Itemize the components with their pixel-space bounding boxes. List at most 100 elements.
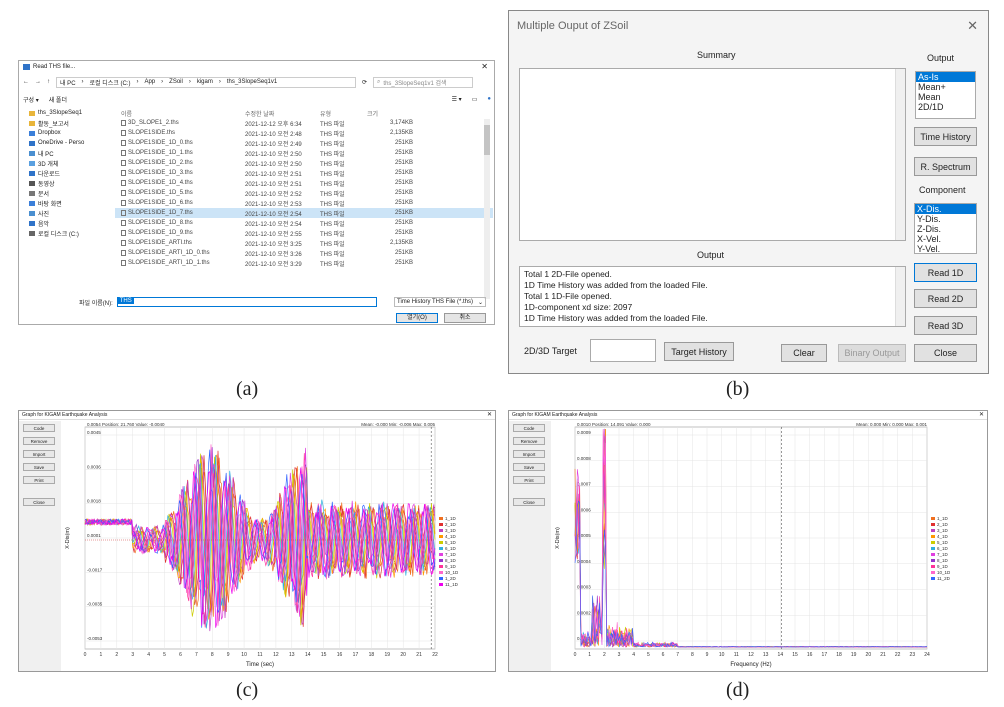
view-icon[interactable]: ☰ ▾ <box>452 96 462 103</box>
close-icon[interactable]: ✕ <box>487 411 492 418</box>
nav-item[interactable]: 로컬 디스크 (C:) <box>23 228 111 238</box>
file-row[interactable]: SLOPE1SIDE_ARTI_1D_1.ths 2021-12-10 오전 3:… <box>115 258 493 268</box>
breadcrumb-item[interactable]: ZSoil <box>169 79 183 85</box>
search-input[interactable]: ⌕ ths_3SlopeSeq1v1 검색 <box>373 76 474 88</box>
new-folder-button[interactable]: 새 폴더 <box>49 95 67 104</box>
output-option[interactable]: Mean+ <box>916 82 975 92</box>
back-icon[interactable]: ← <box>23 79 29 85</box>
file-list-scrollbar[interactable] <box>484 119 490 299</box>
nav-item[interactable]: 음악 <box>23 218 111 228</box>
forward-icon[interactable]: → <box>35 79 41 85</box>
nav-item[interactable]: 내 PC <box>23 148 111 158</box>
file-row[interactable]: SLOPE1SIDE.ths 2021-12-10 오전 2:48 THS 파일 2,… <box>115 128 493 138</box>
graph-print-button[interactable]: Print <box>23 476 55 484</box>
nav-item[interactable]: 사진 <box>23 208 111 218</box>
folder-icon <box>29 200 35 206</box>
file-icon <box>121 170 126 176</box>
file-row[interactable]: SLOPE1SIDE_1D_8.ths 2021-12-10 오전 2:54 THS… <box>115 218 493 228</box>
time-history-button[interactable]: Time History <box>914 127 977 146</box>
component-option[interactable]: Y-Dis. <box>915 214 976 224</box>
breadcrumb-item[interactable]: 로컬 디스크 (C:) <box>90 78 131 87</box>
summary-textbox[interactable] <box>519 68 906 241</box>
output-listbox[interactable]: As-Is Mean+ Mean 2D/1D <box>915 71 976 119</box>
nav-item[interactable]: Dropbox <box>23 128 111 138</box>
clear-button[interactable]: Clear <box>781 344 827 362</box>
file-row[interactable]: SLOPE1SIDE_ARTI_1D_0.ths 2021-12-10 오전 3:… <box>115 248 493 258</box>
file-row[interactable]: SLOPE1SIDE_1D_2.ths 2021-12-10 오전 2:50 THS… <box>115 158 493 168</box>
graph-save-button[interactable]: Save <box>513 463 545 471</box>
nav-item[interactable]: 문서 <box>23 188 111 198</box>
nav-item[interactable]: 동영상 <box>23 178 111 188</box>
output-option[interactable]: 2D/1D <box>916 102 975 112</box>
file-row[interactable]: SLOPE1SIDE_1D_0.ths 2021-12-10 오전 2:49 THS… <box>115 138 493 148</box>
component-listbox[interactable]: X-Dis. Y-Dis. Z-Dis. X-Vel. Y-Vel. <box>914 203 977 254</box>
output-option[interactable]: As-Is <box>916 72 975 82</box>
breadcrumb-item[interactable]: 내 PC <box>60 78 76 87</box>
component-option[interactable]: Z-Dis. <box>915 224 976 234</box>
column-header[interactable]: 수정한 날짜 <box>245 109 320 118</box>
component-option[interactable]: X-Dis. <box>915 204 976 214</box>
nav-item[interactable]: OneDrive - Perso <box>23 138 111 148</box>
filetype-select[interactable]: Time History THS File (*.ths) ⌄ <box>394 297 486 307</box>
file-row[interactable]: SLOPE1SIDE_1D_3.ths 2021-12-10 오전 2:51 THS… <box>115 168 493 178</box>
file-date: 2021-12-10 오전 2:51 <box>245 181 302 188</box>
graph-import-button[interactable]: Import <box>23 450 55 458</box>
graph-remove-button[interactable]: Remove <box>23 437 55 445</box>
preview-pane-icon[interactable]: ▭ <box>472 96 478 103</box>
nav-item[interactable]: ths_3SlopeSeq1 <box>23 108 111 118</box>
nav-item[interactable]: 다운로드 <box>23 168 111 178</box>
read-3d-button[interactable]: Read 3D <box>914 316 977 335</box>
component-option[interactable]: Y-Vel. <box>915 244 976 253</box>
nav-item[interactable]: 3D 개체 <box>23 158 111 168</box>
output-log[interactable]: Total 1 2D-File opened. 1D Time History w… <box>519 266 906 327</box>
refresh-icon[interactable]: ⟳ <box>362 79 367 86</box>
graph-close-button[interactable]: Close <box>513 498 545 506</box>
breadcrumb-item[interactable]: ths_3SlopeSeq1v1 <box>227 79 277 85</box>
file-row[interactable]: SLOPE1SIDE_1D_6.ths 2021-12-10 오전 2:53 THS… <box>115 198 493 208</box>
column-header[interactable]: 이름 <box>121 109 245 118</box>
graph-close-button[interactable]: Close <box>23 498 55 506</box>
target-input[interactable] <box>590 339 656 362</box>
component-option[interactable]: X-Vel. <box>915 234 976 244</box>
close-button[interactable]: Close <box>914 344 977 362</box>
organize-button[interactable]: 구성 ▾ <box>23 95 39 104</box>
graph-code-button[interactable]: Code <box>23 424 55 432</box>
file-row[interactable]: SLOPE1SIDE_ARTI.ths 2021-12-10 오전 3:25 THS… <box>115 238 493 248</box>
output-option[interactable]: Mean <box>916 92 975 102</box>
file-row[interactable]: SLOPE1SIDE_1D_5.ths 2021-12-10 오전 2:52 THS… <box>115 188 493 198</box>
close-icon[interactable]: ✕ <box>979 411 984 418</box>
file-row[interactable]: SLOPE1SIDE_1D_9.ths 2021-12-10 오전 2:55 THS… <box>115 228 493 238</box>
file-row[interactable]: SLOPE1SIDE_1D_1.ths 2021-12-10 오전 2:50 THS… <box>115 148 493 158</box>
nav-item[interactable]: 바탕 화면 <box>23 198 111 208</box>
graph-code-button[interactable]: Code <box>513 424 545 432</box>
file-row[interactable]: SLOPE1SIDE_1D_4.ths 2021-12-10 오전 2:51 THS… <box>115 178 493 188</box>
open-button[interactable]: 열기(O) <box>396 313 438 323</box>
graph-remove-button[interactable]: Remove <box>513 437 545 445</box>
graph-import-button[interactable]: Import <box>513 450 545 458</box>
nav-item[interactable]: 활동_보고서 <box>23 118 111 128</box>
column-header[interactable]: 유형 <box>320 109 367 118</box>
read-1d-button[interactable]: Read 1D <box>914 263 977 282</box>
caption-c: (c) <box>236 679 259 701</box>
log-scrollbar[interactable] <box>895 267 905 326</box>
column-header[interactable]: 크기 <box>367 109 417 118</box>
breadcrumb-item[interactable]: App <box>144 79 155 85</box>
breadcrumb[interactable]: 내 PC › 로컬 디스크 (C:) › App › ZSoil › kigam › ths_3Sl… <box>56 76 356 88</box>
cancel-button[interactable]: 취소 <box>444 313 486 323</box>
file-row[interactable]: SLOPE1SIDE_1D_7.ths 2021-12-10 오전 2:54 THS… <box>115 208 493 218</box>
up-icon[interactable]: ↑ <box>47 79 50 85</box>
graph-save-button[interactable]: Save <box>23 463 55 471</box>
target-history-button[interactable]: Target History <box>664 342 734 361</box>
filename-input[interactable]: THS <box>116 297 377 307</box>
close-icon[interactable]: ✕ <box>967 18 978 34</box>
graph-print-button[interactable]: Print <box>513 476 545 484</box>
breadcrumb-item[interactable]: kigam <box>197 79 213 85</box>
read-2d-button[interactable]: Read 2D <box>914 289 977 308</box>
close-icon[interactable]: ✕ <box>481 62 488 71</box>
help-icon[interactable]: ● <box>487 96 491 102</box>
file-name-cell: SLOPE1SIDE_1D_9.ths <box>121 230 245 236</box>
file-row[interactable]: 3D_SLOPE1_2.ths 2021-12-12 오후 6:34 THS 파일 3… <box>115 118 493 128</box>
summary-scrollbar[interactable] <box>895 69 905 240</box>
r-spectrum-button[interactable]: R. Spectrum <box>914 157 977 176</box>
x-tick-label: 15 <box>792 652 798 658</box>
